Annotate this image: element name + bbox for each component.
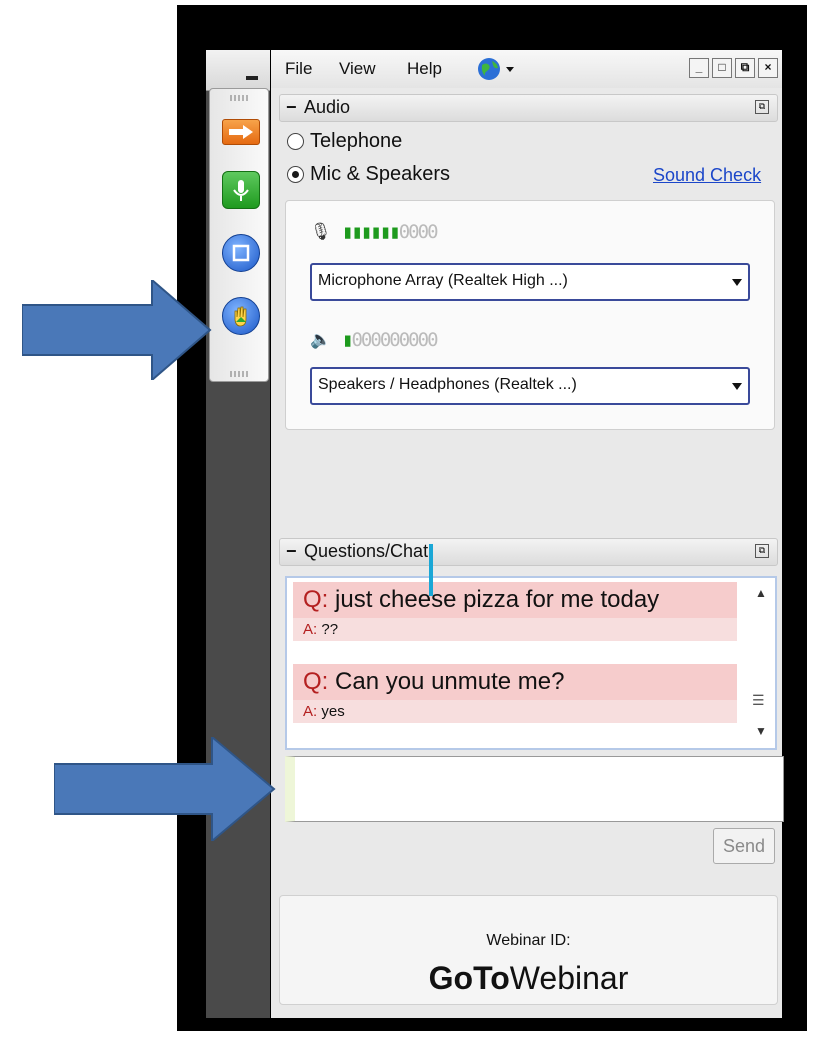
raise-hand-icon (234, 306, 247, 327)
speaker-select[interactable]: Speakers / Headphones (Realtek ...) (310, 367, 750, 405)
level-segment: 0 (408, 221, 420, 243)
send-button[interactable]: Send (713, 828, 775, 864)
telephone-label: Telephone (310, 130, 403, 152)
mic-speakers-label: Mic & Speakers (310, 163, 451, 185)
radio-mic-speakers[interactable] (287, 166, 304, 183)
restore-button[interactable]: ⧉ (735, 58, 755, 78)
annotation-arrow-icon (54, 737, 276, 841)
screen-icon (232, 244, 250, 262)
logo-regular: Webinar (509, 960, 629, 996)
answer-label: A: (303, 621, 318, 638)
microphone-icon (233, 180, 249, 201)
mic-speakers-option[interactable]: Mic & Speakers (287, 163, 450, 186)
chat-message: Q: just cheese pizza for me today A: ?? (293, 582, 737, 641)
minimize-button[interactable]: _ (689, 58, 709, 78)
globe-icon[interactable] (476, 56, 518, 82)
toolbar-header (206, 50, 270, 91)
popout-icon[interactable]: ⧉ (755, 100, 769, 114)
level-segment: 0 (389, 329, 401, 351)
chat-scrollbar[interactable]: ▲ ☰ ▼ (749, 580, 773, 742)
level-segment: ▮ (360, 221, 373, 243)
level-segment: 0 (427, 221, 439, 243)
chevron-down-icon (732, 279, 742, 286)
menu-file[interactable]: File (285, 59, 312, 79)
answer-body: yes (317, 703, 345, 720)
level-segment: ▮ (379, 221, 392, 243)
question-body: just cheese pizza for me today (328, 586, 660, 613)
level-segment: ▮ (389, 221, 401, 243)
level-segment: 0 (417, 329, 430, 351)
level-segment: 0 (417, 221, 430, 243)
chat-section-header[interactable]: − Questions/Chat ⧉ (279, 538, 778, 566)
scroll-thumb-icon[interactable]: ☰ (752, 692, 765, 709)
scroll-up-icon[interactable]: ▲ (755, 586, 767, 600)
speaker-level-row: 🔈 ▮000000000 (310, 329, 439, 351)
question-label: Q: (303, 586, 329, 613)
logo-bold: GoTo (428, 960, 510, 996)
mic-level-row: 🎙 ▮▮▮▮▮▮0000 (310, 221, 439, 243)
sound-check-link[interactable]: Sound Check (653, 165, 761, 186)
show-hide-panel-button[interactable] (222, 119, 260, 145)
show-screen-button[interactable] (222, 234, 260, 272)
question-body: Can you unmute me? (328, 668, 565, 695)
question-text: Q: Can you unmute me? (293, 664, 737, 700)
webinar-info: Webinar ID: GoToWebinar (279, 895, 778, 1005)
radio-telephone[interactable] (287, 133, 304, 150)
answer-text: A: yes (293, 700, 737, 723)
grip-top[interactable] (230, 95, 248, 101)
answer-body: ?? (317, 621, 339, 638)
audio-settings-panel: 🎙 ▮▮▮▮▮▮0000 Microphone Array (Realtek H… (285, 200, 775, 430)
level-segment: ▮ (351, 221, 363, 243)
microphone-select[interactable]: Microphone Array (Realtek High ...) (310, 263, 750, 301)
level-segment: 0 (408, 329, 420, 351)
chat-message: Q: Can you unmute me? A: yes (293, 664, 737, 723)
menu-view[interactable]: View (339, 59, 376, 79)
text-cursor-mark (429, 544, 433, 596)
microphone-button[interactable] (222, 171, 260, 209)
speaker-level-meter: ▮000000000 (342, 329, 439, 351)
audio-section-title: Audio (304, 97, 351, 117)
level-segment: 0 (427, 329, 439, 351)
close-button[interactable]: × (758, 58, 778, 78)
grip-bottom[interactable] (230, 371, 248, 377)
level-segment: 0 (398, 329, 411, 351)
gotowebinar-logo: GoToWebinar (280, 960, 777, 997)
level-segment: 0 (370, 329, 382, 351)
question-text: Q: just cheese pizza for me today (293, 582, 737, 618)
window-controls: _ □ ⧉ × (689, 58, 778, 78)
speaker-select-value: Speakers / Headphones (Realtek ...) (318, 376, 577, 393)
question-label: Q: (303, 668, 329, 695)
collapse-icon[interactable]: − (286, 541, 297, 562)
level-segment: 0 (398, 221, 411, 243)
gotowebinar-window: File View Help _ □ ⧉ × − Audio ⧉ Telepho… (271, 50, 784, 1018)
maximize-button[interactable]: □ (712, 58, 732, 78)
speaker-icon: 🔈 (310, 330, 332, 349)
level-segment: ▮ (370, 221, 382, 243)
popout-icon[interactable]: ⧉ (755, 544, 769, 558)
answer-text: A: ?? (293, 618, 737, 641)
chat-log[interactable]: Q: just cheese pizza for me today A: ?? … (285, 576, 777, 750)
arrow-panel-icon (229, 125, 253, 139)
menu-bar: File View Help _ □ ⧉ × (271, 50, 782, 88)
answer-label: A: (303, 703, 318, 720)
level-segment: 0 (351, 329, 363, 351)
control-panel (209, 88, 269, 382)
level-segment: 0 (379, 329, 392, 351)
chevron-down-icon (732, 383, 742, 390)
scroll-down-icon[interactable]: ▼ (755, 724, 767, 738)
level-segment: 0 (360, 329, 373, 351)
question-input[interactable] (285, 756, 784, 822)
webinar-id-label: Webinar ID: (486, 932, 571, 949)
mic-level-meter: ▮▮▮▮▮▮0000 (342, 221, 439, 243)
toolbar-minimize-button[interactable] (246, 76, 258, 80)
annotation-arrow-icon (22, 280, 212, 380)
raise-hand-button[interactable] (222, 297, 260, 335)
telephone-option[interactable]: Telephone (287, 130, 402, 153)
microphone-icon: 🎙 (310, 222, 332, 241)
chat-section-title: Questions/Chat (304, 541, 429, 561)
collapse-icon[interactable]: − (286, 97, 297, 118)
audio-section-header[interactable]: − Audio ⧉ (279, 94, 778, 122)
microphone-select-value: Microphone Array (Realtek High ...) (318, 272, 568, 289)
menu-help[interactable]: Help (407, 59, 442, 79)
